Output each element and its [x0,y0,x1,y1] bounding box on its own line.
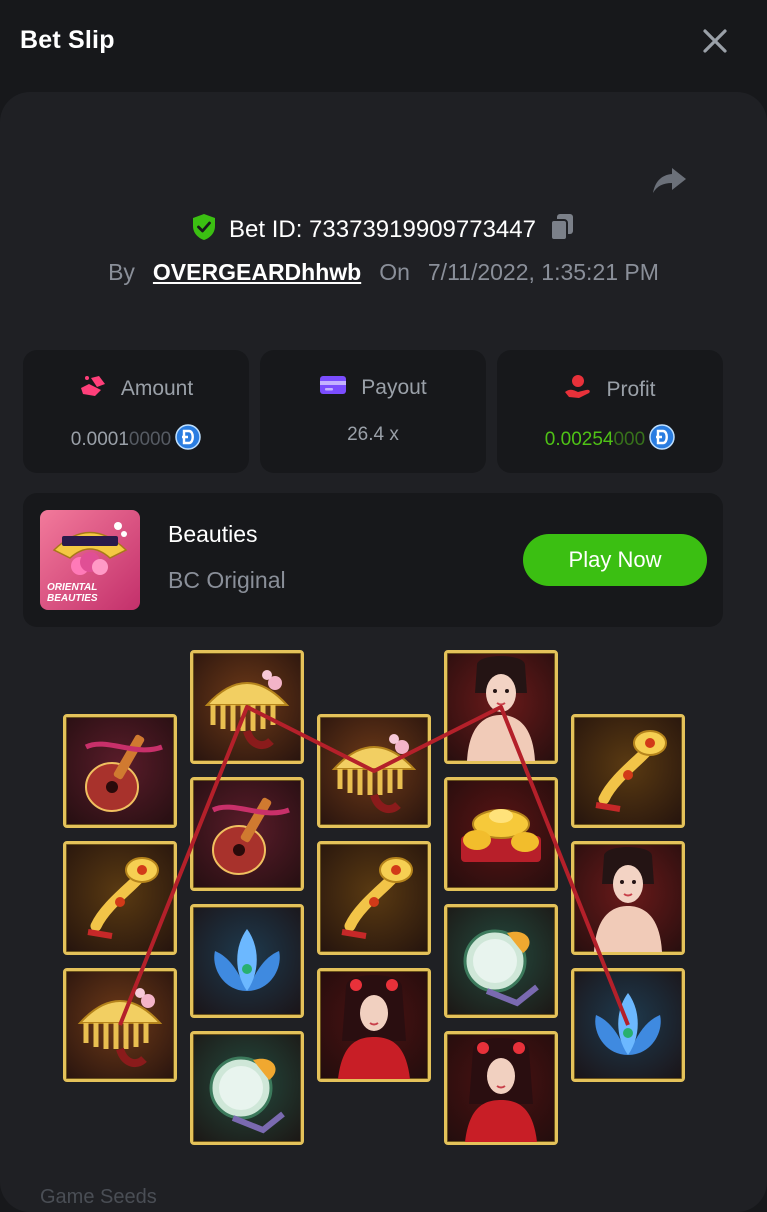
lady-symbol-tile [444,1031,558,1145]
thumb-text: BEAUTIES [47,593,98,604]
amount-card: Amount 0.0001 0000 [23,350,249,473]
profit-card: Profit 0.00254 000 [497,350,723,473]
play-now-button[interactable]: Play Now [523,534,707,586]
amount-value: 0.0001 [70,429,129,450]
beauty-symbol-icon [594,847,662,952]
amount-icon [79,374,107,404]
bet-id-row: Bet ID: 73373919909773447 [0,210,767,250]
game-thumbnail[interactable]: ORIENTAL BEAUTIES [40,510,140,610]
bet-id: Bet ID: 73373919909773447 [229,216,536,243]
by-label: By [108,258,135,285]
comb-symbol-tile [317,714,431,828]
lady-symbol-icon [338,975,410,1079]
comb-symbol-icon [204,670,290,750]
ruyi-symbol-icon [595,730,667,812]
beauty-symbol-icon [467,656,535,761]
comb-symbol-tile [190,650,304,764]
ruyi-symbol-tile [571,714,685,828]
header: Bet Slip [0,0,767,84]
shield-check-icon [191,213,217,248]
pipa-symbol-icon [211,797,290,875]
comb-symbol-icon [331,734,417,814]
profit-label: Profit [606,378,656,401]
pipa-symbol-tile [63,714,177,828]
fan-symbol-icon [209,1056,285,1134]
profit-value-dim: 000 [613,429,646,450]
bet-meta-row: By OVERGEARDhhwb On 7/11/2022, 1:35:21 P… [0,252,767,292]
ruyi-symbol-icon [87,857,159,939]
fan-symbol-tile [444,904,558,1018]
page-title: Bet Slip [20,26,115,54]
fan-symbol-tile [190,1031,304,1145]
bet-date: 7/11/2022, 1:35:21 PM [427,258,659,285]
ruyi-symbol-icon [341,857,413,939]
thumb-text: ORIENTAL [47,582,97,593]
game-provider: BC Original [168,567,286,593]
on-label: On [379,258,410,285]
game-name[interactable]: Beauties [168,521,258,548]
profit-value: 0.00254 [544,429,614,450]
lotus-symbol-tile [571,968,685,1082]
game-card: ORIENTAL BEAUTIES Beauties BC Original P… [23,493,723,627]
ruyi-symbol-tile [317,841,431,955]
gold-symbol-tile [444,777,558,891]
game-seeds-heading: Game Seeds [40,1186,157,1208]
lady-symbol-icon [465,1038,537,1142]
lotus-symbol-icon [214,929,280,991]
lotus-symbol-icon [595,993,661,1055]
lotus-symbol-tile [190,904,304,1018]
lady-symbol-tile [317,968,431,1082]
share-icon[interactable] [650,160,690,200]
comb-symbol-icon [77,988,163,1068]
amount-label: Amount [120,377,194,400]
slot-reels [0,640,767,1160]
beauty-symbol-tile [444,650,558,764]
pipa-symbol-tile [190,777,304,891]
payout-card: Payout 26.4 x [260,350,486,473]
payout-label: Payout [361,376,427,399]
profit-icon [564,374,592,406]
gold-symbol-icon [461,809,541,862]
username-link[interactable]: OVERGEARDhhwb [153,259,361,286]
wallet-icon [319,374,347,402]
comb-symbol-tile [63,968,177,1082]
close-icon[interactable] [700,26,730,56]
fan-symbol-icon [463,929,539,1007]
pipa-symbol-icon [84,734,163,812]
doge-coin-icon [649,424,675,456]
copy-icon[interactable] [548,212,576,249]
beauty-symbol-tile [571,841,685,955]
amount-value-dim: 0000 [128,429,172,450]
ruyi-symbol-tile [63,841,177,955]
doge-coin-icon [175,424,201,456]
payout-value: 26.4 x [347,424,399,445]
